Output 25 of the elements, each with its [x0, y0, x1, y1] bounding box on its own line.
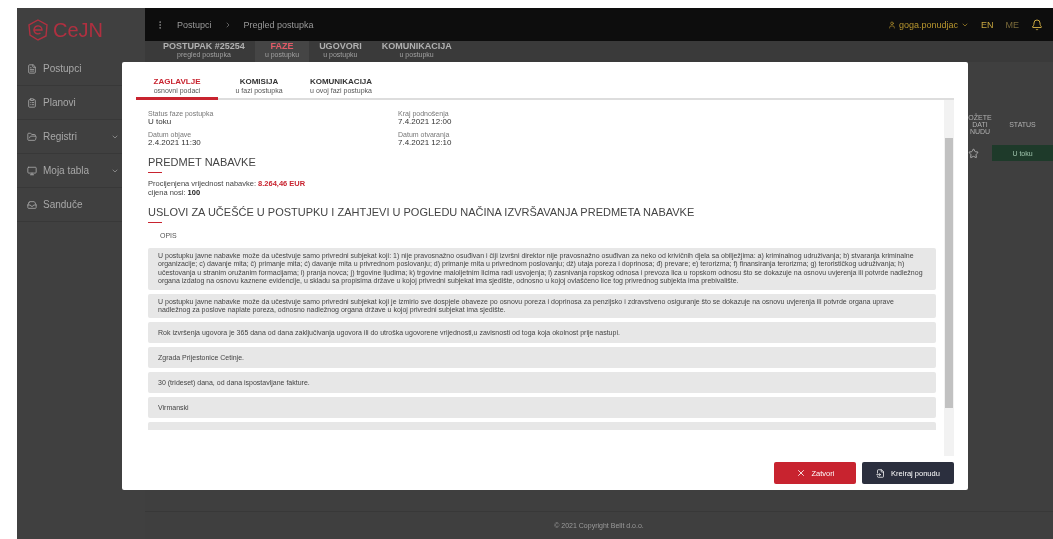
star-icon[interactable]	[968, 147, 979, 159]
field-value: 7.4.2021 12:10	[398, 138, 453, 147]
logo-text: CeJN	[53, 18, 103, 42]
folder-icon	[27, 131, 37, 142]
section-title: PREDMET NABAVKE	[148, 156, 257, 168]
field-value: U toku	[148, 117, 173, 126]
monitor-icon	[27, 165, 37, 176]
language-link[interactable]: ME	[1005, 19, 1019, 30]
logo-icon	[27, 19, 49, 41]
notification-icon[interactable]	[1031, 18, 1043, 31]
user-icon	[887, 20, 896, 29]
document-icon	[876, 468, 886, 478]
user-name: goga.ponudjac	[898, 19, 958, 30]
field-value: 2.4.2021 11:30	[148, 138, 202, 147]
user-menu[interactable]: goga.ponudjac	[887, 19, 969, 30]
field-value: 7.4.2021 12:00	[398, 117, 453, 126]
breadcrumb-link[interactable]: Postupci	[177, 19, 212, 30]
close-icon	[795, 468, 806, 478]
breadcrumb-link[interactable]: Pregled postupka	[243, 19, 314, 30]
document-icon	[27, 63, 37, 74]
inbox-icon	[27, 199, 37, 210]
scrollbar[interactable]	[944, 100, 954, 456]
language-link[interactable]: EN	[981, 19, 994, 30]
clipboard-icon	[27, 97, 37, 108]
section-title: USLOVI ZA UČEŠĆE U POSTUPKU I ZAHTJEVI U POGLEDU NAČINA IZVRŠAVANJA PREDMETA NABAVKE	[148, 206, 696, 218]
